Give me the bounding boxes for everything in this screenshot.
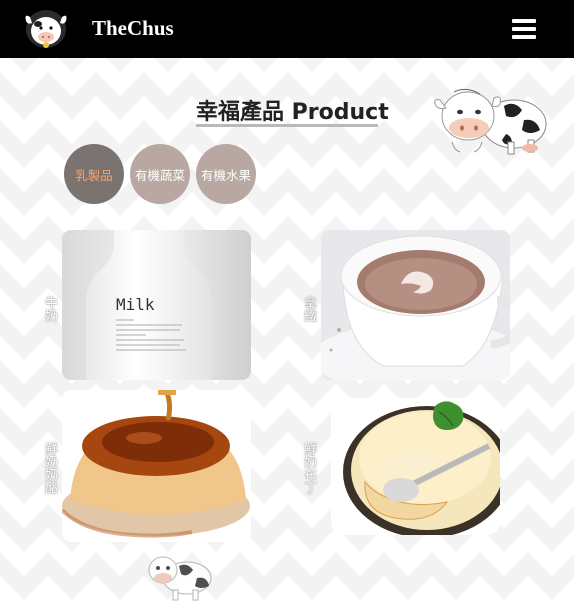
product-name-milk: 牛奶 bbox=[42, 296, 57, 322]
product-image-milk[interactable]: Milk bbox=[62, 230, 251, 380]
product-image-pudding[interactable] bbox=[331, 398, 500, 535]
category-organic-vegetables-button[interactable]: 有機蔬菜 bbox=[130, 144, 190, 204]
top-navbar: TheChus bbox=[0, 0, 574, 58]
category-dairy-button[interactable]: 乳製品 bbox=[64, 144, 124, 204]
brand-name[interactable]: TheChus bbox=[92, 16, 174, 41]
product-name-latte: 拿鐵 bbox=[301, 296, 316, 322]
title-underline bbox=[196, 124, 378, 127]
product-name-pudding: 鮮奶布丁 bbox=[301, 442, 316, 494]
cow-illustration-icon bbox=[432, 84, 550, 162]
cow-footer-illustration-icon bbox=[143, 548, 215, 601]
page-title: 幸福產品 Product bbox=[196, 100, 389, 125]
cow-logo-icon[interactable] bbox=[22, 7, 70, 51]
product-name-panna-cotta: 鮮奶奶酪 bbox=[42, 442, 57, 494]
milk-bottle-label: Milk bbox=[116, 295, 155, 314]
product-image-panna-cotta[interactable] bbox=[62, 390, 251, 542]
category-organic-fruits-button[interactable]: 有機水果 bbox=[196, 144, 256, 204]
hamburger-menu-icon[interactable] bbox=[512, 19, 536, 39]
product-image-latte[interactable] bbox=[321, 230, 510, 380]
